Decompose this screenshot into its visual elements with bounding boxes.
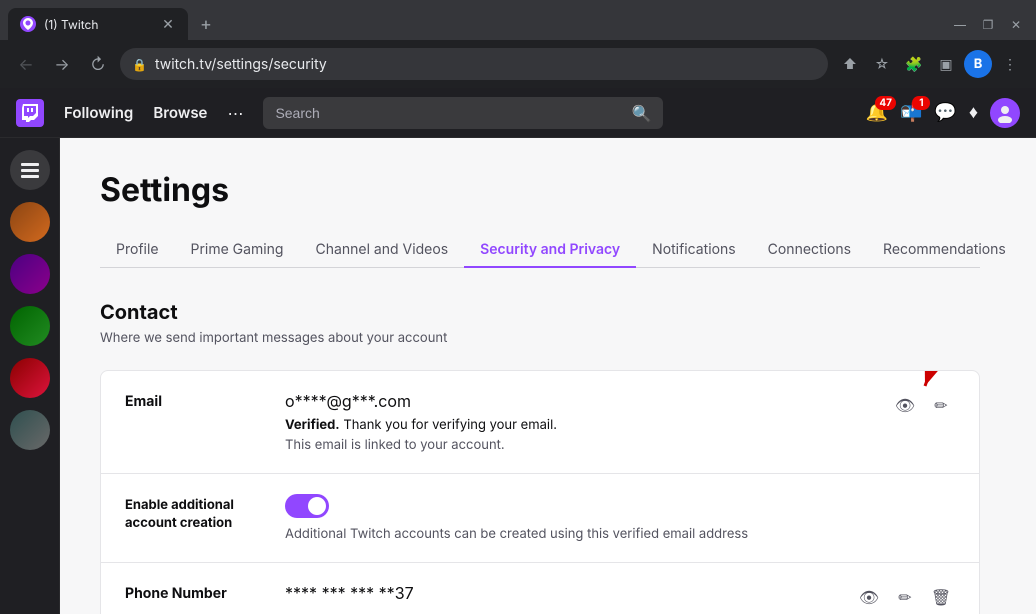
user-avatar[interactable] <box>990 98 1020 128</box>
enable-account-toggle[interactable] <box>285 494 329 518</box>
inbox-btn[interactable]: 📬 1 <box>900 102 922 123</box>
share-icon[interactable]: ⬆ <box>836 50 864 78</box>
email-value: o****@g***.com <box>285 391 891 411</box>
sidebar-avatar-2[interactable] <box>10 254 50 294</box>
tab-connections[interactable]: Connections <box>752 233 867 268</box>
crown-icon[interactable]: ♦ <box>969 102 978 123</box>
search-icon: 🔍 <box>632 103 652 123</box>
tab-close-btn[interactable]: ✕ <box>160 16 176 32</box>
browser-back-btn[interactable]: ← <box>12 50 40 78</box>
page-title: Settings <box>100 170 980 209</box>
phone-value: **** *** *** **37 <box>285 583 855 603</box>
phone-view-btn[interactable]: 👁 <box>855 583 883 611</box>
sidebar-toggle-icon[interactable]: ▣ <box>932 50 960 78</box>
phone-delete-btn[interactable]: 🗑 <box>927 583 955 611</box>
search-input[interactable] <box>275 105 623 121</box>
address-bar[interactable]: 🔒 twitch.tv/settings/security <box>120 48 828 80</box>
verified-label: Verified. <box>285 417 340 433</box>
tab-prime-gaming[interactable]: Prime Gaming <box>175 233 300 268</box>
main-content: Settings Profile Prime Gaming Channel an… <box>60 138 1036 614</box>
bookmark-icon[interactable]: ☆ <box>868 50 896 78</box>
app-nav: Following Browse ⋯ <box>64 103 243 123</box>
email-label: Email <box>125 391 285 410</box>
window-close-btn[interactable]: ✕ <box>1004 12 1028 36</box>
email-actions: 👁 ✏ <box>891 391 955 419</box>
notifications-badge: 47 <box>875 96 896 110</box>
nav-more-btn[interactable]: ⋯ <box>227 103 243 123</box>
browser-refresh-btn[interactable]: ↻ <box>84 50 112 78</box>
header-actions: 🔔 47 📬 1 💬 ♦ <box>866 98 1020 128</box>
email-view-btn[interactable]: 👁 <box>891 391 919 419</box>
tab-notifications[interactable]: Notifications <box>636 233 752 268</box>
twitch-logo-icon <box>16 99 44 127</box>
settings-tabs: Profile Prime Gaming Channel and Videos … <box>100 233 980 268</box>
email-row: Email o****@g***.com Verified. Thank you… <box>101 371 979 474</box>
following-link[interactable]: Following <box>64 103 133 122</box>
email-content: o****@g***.com Verified. Thank you for v… <box>285 391 891 453</box>
tab-profile[interactable]: Profile <box>100 233 175 268</box>
more-options-icon[interactable]: ⋮ <box>996 50 1024 78</box>
extensions-icon[interactable]: 🧩 <box>900 50 928 78</box>
phone-content: **** *** *** **37 <box>285 583 855 603</box>
notifications-btn[interactable]: 🔔 47 <box>866 102 888 123</box>
toggle-knob <box>308 497 326 515</box>
tab-security-and-privacy[interactable]: Security and Privacy <box>464 233 636 268</box>
phone-actions: 👁 ✏ 🗑 <box>855 583 955 611</box>
new-tab-button[interactable]: + <box>192 10 220 38</box>
tab-recommendations[interactable]: Recommendations <box>867 233 1022 268</box>
phone-row: Phone Number **** *** *** **37 👁 ✏ 🗑 <box>101 563 979 614</box>
phone-label: Phone Number <box>125 583 285 602</box>
lock-icon: 🔒 <box>132 57 147 72</box>
activity-feed-icon[interactable]: 💬 <box>934 102 956 123</box>
browse-link[interactable]: Browse <box>153 103 207 122</box>
tab-channel-and-videos[interactable]: Channel and Videos <box>300 233 465 268</box>
search-bar[interactable]: 🔍 <box>263 97 663 129</box>
content-area: Settings Profile Prime Gaming Channel an… <box>0 138 1036 614</box>
enable-account-content: Additional Twitch accounts can be create… <box>285 494 955 542</box>
browser-tab[interactable]: (1) Twitch ✕ <box>8 8 188 40</box>
section-description: Where we send important messages about y… <box>100 330 980 346</box>
sidebar-avatar-5[interactable] <box>10 410 50 450</box>
enable-account-label: Enable additionalaccount creation <box>125 494 285 532</box>
sidebar-avatar-1[interactable] <box>10 202 50 242</box>
email-edit-btn[interactable]: ✏ <box>927 391 955 419</box>
phone-edit-btn[interactable]: ✏ <box>891 583 919 611</box>
tab-favicon <box>20 16 36 32</box>
window-maximize-btn[interactable]: ❐ <box>976 12 1000 36</box>
contact-card: Email o****@g***.com Verified. Thank you… <box>100 370 980 614</box>
enable-account-description: Additional Twitch accounts can be create… <box>285 526 955 542</box>
enable-account-row: Enable additionalaccount creation Additi… <box>101 474 979 563</box>
tab-title: (1) Twitch <box>44 17 152 32</box>
url-display: twitch.tv/settings/security <box>155 56 816 73</box>
inbox-badge: 1 <box>912 96 930 110</box>
twitch-logo[interactable] <box>16 99 44 127</box>
section-title: Contact <box>100 300 980 324</box>
browser-profile-btn[interactable]: B <box>964 50 992 78</box>
window-minimize-btn[interactable]: — <box>948 12 972 36</box>
sidebar-item[interactable] <box>10 150 50 190</box>
verified-message: Thank you for verifying your email. <box>340 417 557 433</box>
browser-forward-btn[interactable]: → <box>48 50 76 78</box>
linked-text: This email is linked to your account. <box>285 437 891 453</box>
app-header: Following Browse ⋯ 🔍 🔔 47 📬 1 💬 ♦ <box>0 88 1036 138</box>
sidebar <box>0 138 60 614</box>
verified-text: Verified. Thank you for verifying your e… <box>285 417 891 433</box>
sidebar-avatar-3[interactable] <box>10 306 50 346</box>
sidebar-avatar-4[interactable] <box>10 358 50 398</box>
